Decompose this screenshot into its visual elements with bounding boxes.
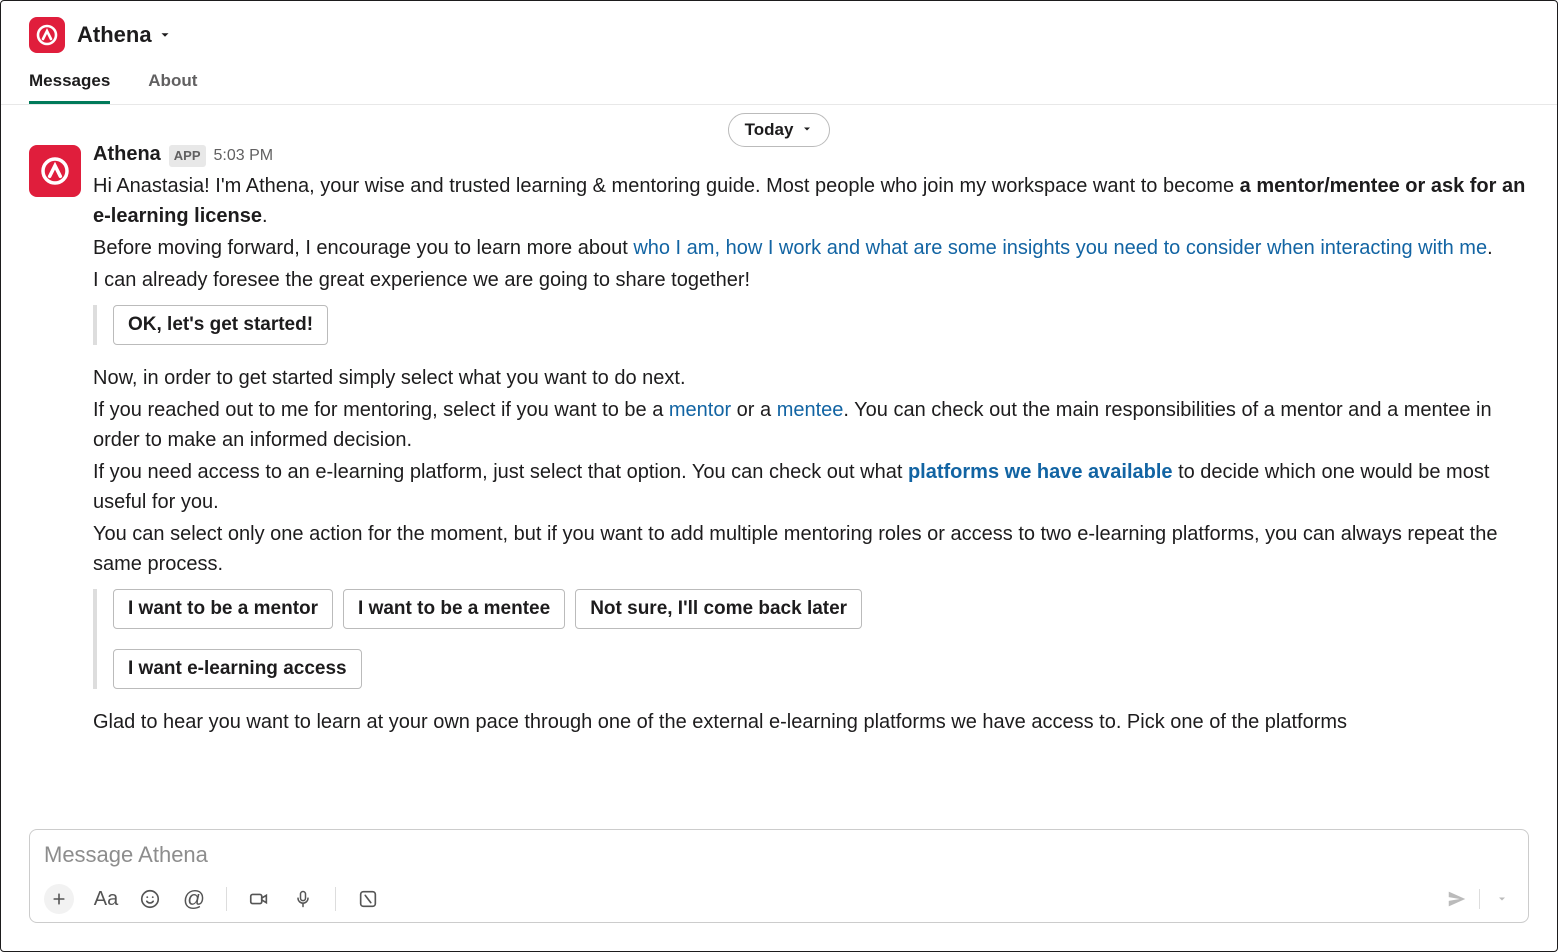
mentee-button[interactable]: I want to be a mentee bbox=[343, 589, 565, 629]
shortcuts-icon[interactable] bbox=[356, 887, 380, 911]
chevron-down-icon bbox=[158, 28, 172, 42]
action-block-options: I want to be a mentor I want to be a men… bbox=[93, 589, 1529, 689]
message-text: Now, in order to get started simply sele… bbox=[93, 363, 1529, 393]
video-icon[interactable] bbox=[247, 887, 271, 911]
get-started-button[interactable]: OK, let's get started! bbox=[113, 305, 328, 345]
chevron-down-icon bbox=[801, 120, 813, 140]
composer-input[interactable]: Message Athena bbox=[44, 842, 1514, 884]
message-text: If you need access to an e-learning plat… bbox=[93, 457, 1529, 517]
mentor-button[interactable]: I want to be a mentor bbox=[113, 589, 333, 629]
microphone-icon[interactable] bbox=[291, 887, 315, 911]
link-mentee[interactable]: mentee bbox=[777, 399, 844, 421]
message-text: You can select only one action for the m… bbox=[93, 519, 1529, 579]
channel-title[interactable]: Athena bbox=[77, 22, 172, 48]
message: Athena APP 5:03 PM Hi Anastasia! I'm Ath… bbox=[29, 139, 1529, 739]
athena-logo-icon bbox=[29, 17, 65, 53]
message-composer[interactable]: Message Athena Aa @ bbox=[29, 829, 1529, 923]
action-block-start: OK, let's get started! bbox=[93, 305, 1529, 345]
not-sure-button[interactable]: Not sure, I'll come back later bbox=[575, 589, 862, 629]
message-list: Today Athena APP 5:03 PM Hi Anastasia! I… bbox=[1, 105, 1557, 829]
header-tabs: Messages About bbox=[29, 63, 1529, 104]
toolbar-divider bbox=[335, 887, 336, 911]
toolbar-divider bbox=[226, 887, 227, 911]
app-badge: APP bbox=[169, 145, 206, 167]
attach-plus-icon[interactable] bbox=[44, 884, 74, 914]
message-text: If you reached out to me for mentoring, … bbox=[93, 395, 1529, 455]
message-text: Hi Anastasia! I'm Athena, your wise and … bbox=[93, 171, 1529, 231]
date-divider[interactable]: Today bbox=[728, 113, 831, 147]
date-divider-label: Today bbox=[745, 120, 794, 140]
composer-toolbar: Aa @ bbox=[44, 884, 1514, 914]
tab-about[interactable]: About bbox=[148, 63, 197, 104]
toolbar-divider bbox=[1479, 889, 1480, 909]
tab-messages[interactable]: Messages bbox=[29, 63, 110, 104]
mention-icon[interactable]: @ bbox=[182, 887, 206, 911]
formatting-aa-icon[interactable]: Aa bbox=[94, 887, 118, 911]
link-who-i-am[interactable]: who I am, how I work and what are some i… bbox=[633, 237, 1487, 259]
athena-avatar-icon bbox=[29, 145, 81, 197]
message-text: I can already foresee the great experien… bbox=[93, 265, 1529, 295]
channel-header: Athena Messages About bbox=[1, 1, 1557, 105]
channel-name: Athena bbox=[77, 22, 152, 48]
link-mentor[interactable]: mentor bbox=[669, 399, 731, 421]
link-platforms[interactable]: platforms we have available bbox=[908, 461, 1173, 483]
elearning-button[interactable]: I want e-learning access bbox=[113, 649, 362, 689]
emoji-icon[interactable] bbox=[138, 887, 162, 911]
send-options-chevron-icon[interactable] bbox=[1490, 887, 1514, 911]
send-icon[interactable] bbox=[1445, 887, 1469, 911]
message-text: Glad to hear you want to learn at your o… bbox=[93, 707, 1529, 737]
message-text: Before moving forward, I encourage you t… bbox=[93, 233, 1529, 263]
message-timestamp: 5:03 PM bbox=[214, 144, 274, 168]
